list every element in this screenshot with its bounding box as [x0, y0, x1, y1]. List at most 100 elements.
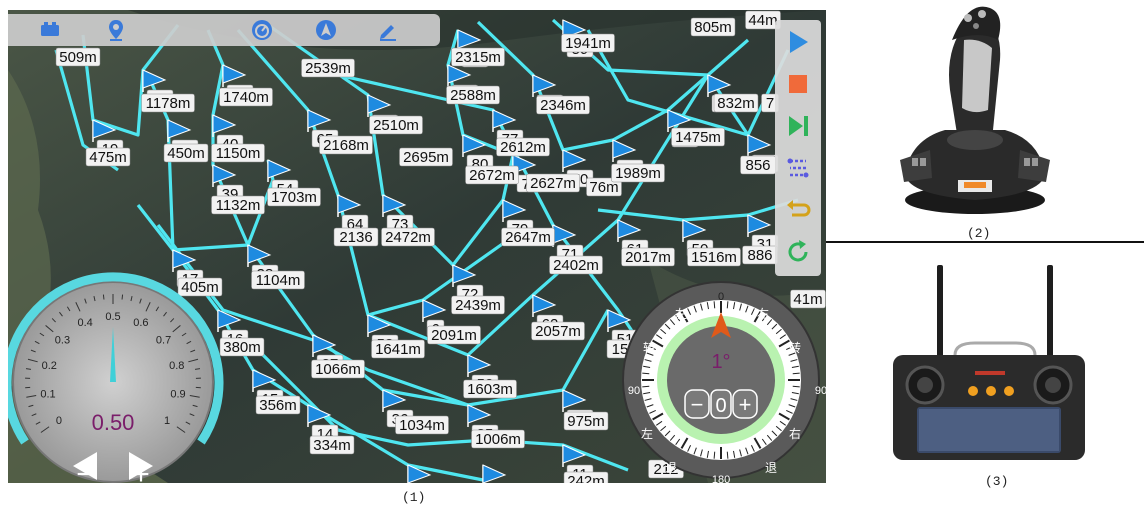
- heading-label-low-right: 右: [789, 426, 801, 441]
- heading-zero-button[interactable]: 0: [710, 389, 732, 419]
- mission-control-bar: [775, 20, 821, 276]
- distance-label: 1989m: [611, 163, 665, 183]
- heading-tick: [726, 301, 729, 309]
- distance-label: 1066m: [311, 359, 365, 379]
- heading-plus-label: +: [739, 392, 752, 417]
- heading-label-left: 90: [628, 385, 640, 397]
- speed-tick-label: 0.4: [77, 317, 92, 329]
- speed-tick-label: 1: [164, 415, 170, 427]
- undo-button[interactable]: [782, 194, 814, 226]
- distance-text: 805m: [694, 19, 732, 36]
- heading-label-mid-right: 转: [789, 340, 801, 355]
- edit-pen-icon[interactable]: [376, 18, 400, 42]
- distance-text: 2588m: [450, 87, 496, 104]
- location-pin-icon[interactable]: [104, 18, 128, 42]
- navigation-arrow-icon[interactable]: [314, 18, 338, 42]
- distance-label: 2510m: [369, 115, 423, 135]
- panel-divider: [826, 241, 1144, 243]
- speed-tick-label: 0.6: [133, 317, 148, 329]
- distance-label: 1740m: [219, 87, 273, 107]
- distance-label: 2439m: [451, 295, 505, 315]
- heading-tick: [792, 372, 800, 375]
- waypoint-map-view[interactable]: 6859415570692919184065747749603080707639…: [8, 10, 826, 483]
- heading-zero-label: 0: [715, 395, 726, 417]
- speed-tick-label: 0.7: [156, 335, 171, 347]
- distance-text: 242m: [567, 473, 605, 483]
- speed-minus-label: −: [76, 458, 94, 483]
- distance-text: 2647m: [505, 229, 551, 246]
- route-icon: [787, 158, 809, 178]
- distance-label: 1703m: [267, 187, 321, 207]
- speed-tick-label: 0.9: [170, 388, 185, 400]
- speed-tick-label: 0.3: [55, 335, 70, 347]
- distance-text: 334m: [313, 437, 351, 454]
- distance-text: 2017m: [625, 249, 671, 266]
- gauge-icon[interactable]: [250, 18, 274, 42]
- distance-text: 856: [745, 157, 770, 174]
- stop-icon: [789, 75, 807, 93]
- distance-text: 2695m: [403, 149, 449, 166]
- heading-plus-button[interactable]: +: [732, 389, 758, 419]
- refresh-button[interactable]: [782, 236, 814, 268]
- waypoint-map[interactable]: 6859415570692919184065747749603080707639…: [8, 10, 826, 483]
- distance-text: 2612m: [500, 139, 546, 156]
- heading-label-right: 90: [815, 385, 826, 397]
- play-button[interactable]: [782, 26, 814, 58]
- heading-label-bottom-left: 退: [665, 461, 677, 475]
- distance-label: 334m: [309, 435, 355, 455]
- distance-label: 1034m: [395, 415, 449, 435]
- heading-label-bottom: 180: [712, 474, 730, 483]
- distance-label: 2091m: [427, 325, 481, 345]
- distance-label: 475m: [85, 147, 131, 167]
- distance-text: 1603m: [467, 381, 513, 398]
- distance-label: 1641m: [371, 339, 425, 359]
- distance-text: 1150m: [216, 145, 261, 162]
- distance-text: 2439m: [455, 297, 501, 314]
- distance-label: 1104m: [251, 270, 305, 290]
- distance-text: 450m: [167, 145, 205, 162]
- distance-label: 2539m: [301, 58, 355, 78]
- distance-label: 1006m: [471, 429, 525, 449]
- skip-next-icon: [789, 116, 808, 136]
- distance-label: 886: [742, 245, 778, 265]
- distance-text: 1066m: [315, 361, 361, 378]
- distance-text: 2091m: [431, 327, 477, 344]
- stop-button[interactable]: [782, 68, 814, 100]
- distance-label: 856: [740, 155, 776, 175]
- distance-text: 1740m: [223, 89, 269, 106]
- map-toolbar: [8, 14, 440, 46]
- distance-text: 1703m: [271, 189, 317, 206]
- heading-label-top-right: 右: [757, 306, 769, 321]
- speed-tick-label: 0.1: [40, 388, 55, 400]
- panel-label-2: (2): [967, 226, 991, 241]
- distance-text: 509m: [59, 49, 97, 66]
- heading-tick: [642, 385, 650, 388]
- distance-text: 2472m: [385, 229, 431, 246]
- distance-label: 2168m: [319, 135, 373, 155]
- distance-text: 2539m: [305, 60, 351, 77]
- distance-text: 1034m: [399, 417, 445, 434]
- distance-text: 1006m: [475, 431, 521, 448]
- distance-text: 2168m: [323, 137, 369, 154]
- heading-minus-button[interactable]: −: [684, 389, 710, 419]
- play-icon: [790, 31, 808, 53]
- heading-tick: [642, 372, 650, 375]
- distance-text: 405m: [181, 279, 219, 296]
- heading-label-bottom-right: 退: [765, 461, 777, 475]
- panel-label-1: (1): [402, 490, 426, 505]
- heading-minus-label: −: [691, 392, 704, 417]
- route-button[interactable]: [782, 152, 814, 184]
- distance-text: 44m: [748, 12, 777, 29]
- distance-text: 832m: [717, 95, 755, 112]
- distance-label: 380m: [219, 337, 265, 357]
- speed-tick-label: 0: [56, 415, 62, 427]
- distance-label: 1603m: [463, 379, 517, 399]
- heading-tick: [713, 451, 716, 459]
- distance-label: 1475m: [671, 127, 725, 147]
- battery-icon[interactable]: [38, 18, 62, 42]
- heading-tick: [713, 301, 716, 309]
- distance-label: 1178m: [141, 93, 195, 113]
- distance-label: 2402m: [549, 255, 603, 275]
- skip-next-button[interactable]: [782, 110, 814, 142]
- speed-value: 0.50: [92, 410, 135, 435]
